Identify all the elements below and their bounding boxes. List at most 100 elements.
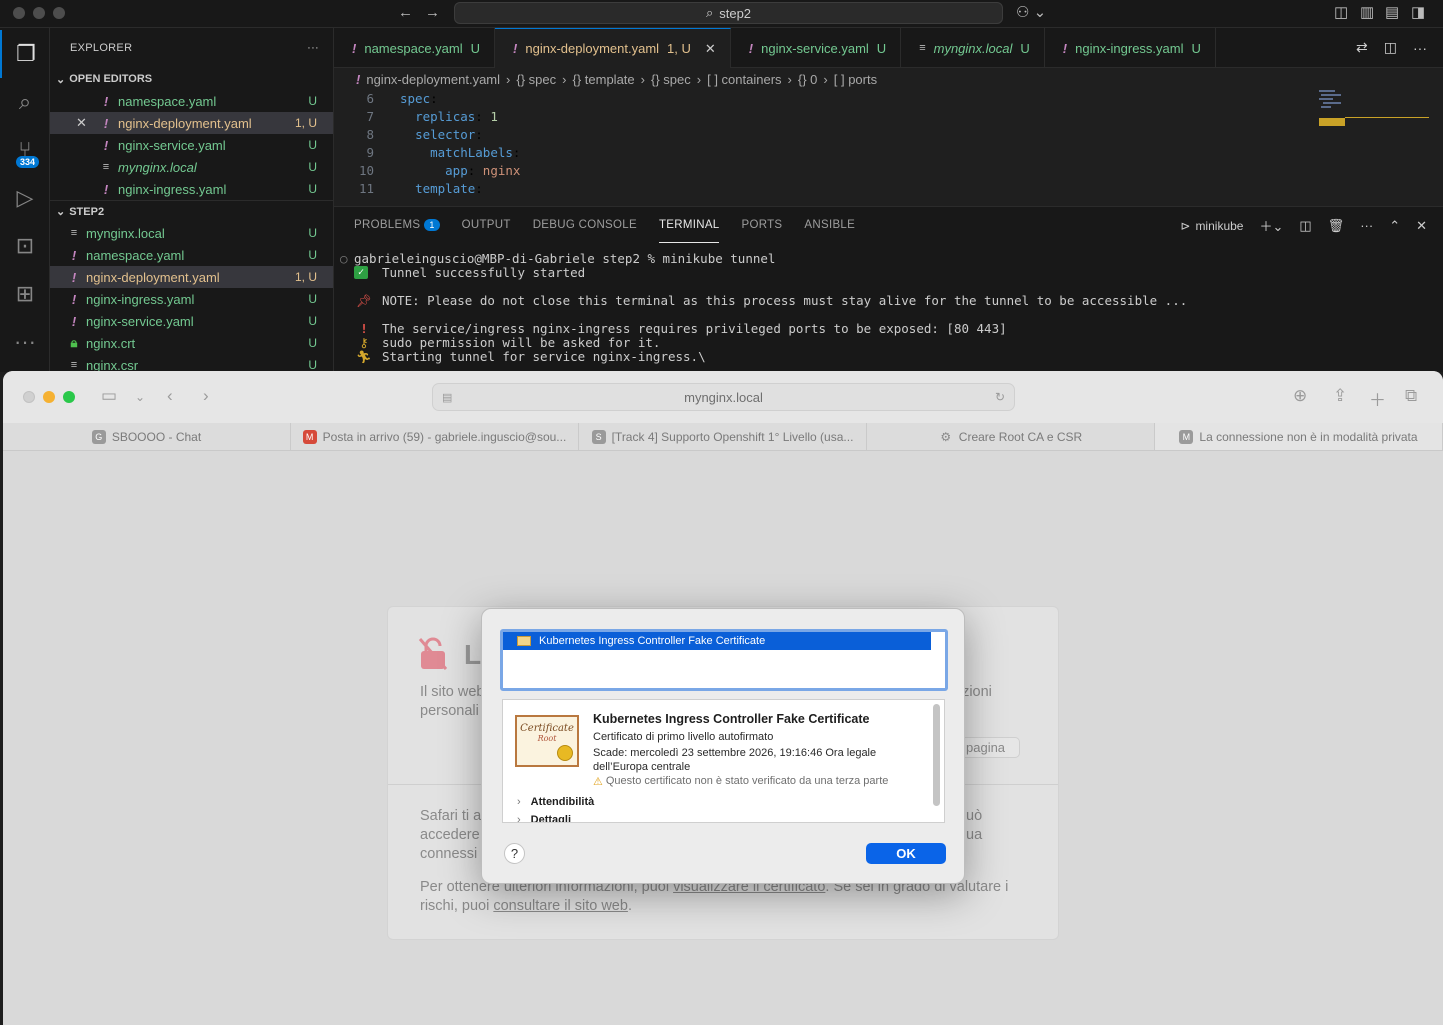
explorer-more-button[interactable]: ··· — [307, 42, 319, 54]
sidebar-icon[interactable]: ▭ — [101, 386, 117, 406]
tab-nginx-service[interactable]: ! nginx-service.yaml U — [731, 28, 902, 68]
reload-icon[interactable]: ↻ — [995, 390, 1005, 404]
visit-website-link[interactable]: consultare il sito web — [493, 898, 628, 914]
split-terminal-icon[interactable]: ◫ — [1299, 218, 1311, 234]
back-arrow-icon[interactable]: ← — [398, 5, 413, 21]
forward-arrow-icon[interactable]: › — [203, 386, 209, 406]
new-tab-icon[interactable]: ＋ — [1369, 386, 1386, 411]
trust-disclosure[interactable]: › Attendibilità — [517, 796, 594, 808]
git-status: U — [308, 314, 317, 328]
open-editor-item[interactable]: ! namespace.yaml U — [50, 90, 333, 112]
warning-text: Il sito web — [420, 684, 485, 700]
close-window-button[interactable] — [23, 391, 35, 403]
command-center[interactable]: ⌕ step2 — [454, 2, 1003, 24]
more-actions-icon[interactable]: ··· — [1360, 218, 1373, 233]
minimap[interactable] — [1317, 88, 1429, 206]
breadcrumb-item[interactable]: {} 0 — [798, 72, 818, 87]
close-panel-icon[interactable]: ✕ — [1416, 218, 1427, 234]
tab-namespace[interactable]: ! namespace.yaml U — [334, 28, 496, 68]
browser-tab[interactable]: ⚙ Creare Root CA e CSR — [867, 423, 1155, 450]
trash-icon[interactable]: 🗑︎ — [1328, 218, 1345, 234]
minimize-window-button[interactable] — [33, 7, 45, 19]
forward-arrow-icon[interactable]: → — [425, 5, 440, 21]
scrollbar[interactable] — [933, 704, 940, 806]
details-disclosure[interactable]: › Dettagli — [517, 814, 571, 822]
file-item[interactable]: 🔒︎ nginx.crt U — [50, 332, 333, 354]
close-window-button[interactable] — [13, 7, 25, 19]
tab-terminal[interactable]: TERMINAL — [658, 207, 720, 243]
yaml-key: app — [445, 163, 468, 178]
tab-ports[interactable]: PORTS — [741, 207, 782, 243]
terminal-selector[interactable]: ⊳ minikube — [1180, 219, 1243, 233]
close-icon[interactable]: ✕ — [705, 41, 716, 57]
maximize-panel-icon[interactable]: ⌃ — [1389, 218, 1400, 234]
certificate-chain-list[interactable]: Kubernetes Ingress Controller Fake Certi… — [500, 629, 948, 691]
download-icon[interactable]: ⊕ — [1293, 386, 1307, 406]
browser-tab[interactable]: M Posta in arrivo (59) - gabriele.ingusc… — [291, 423, 579, 450]
file-item[interactable]: ! namespace.yaml U — [50, 244, 333, 266]
open-editor-item[interactable]: ✕ ! nginx-deployment.yaml 1, U — [50, 112, 333, 134]
share-icon[interactable]: ⇪ — [1333, 386, 1347, 406]
address-bar[interactable]: ▤ mynginx.local ↻ — [432, 383, 1015, 411]
tab-nginx-ingress[interactable]: ! nginx-ingress.yaml U — [1045, 28, 1216, 68]
breadcrumb-item[interactable]: {} spec — [516, 72, 556, 87]
open-editors-section[interactable]: ⌄ OPEN EDITORS — [50, 68, 333, 90]
tab-label: PORTS — [741, 219, 783, 231]
more-icon[interactable]: ··· — [0, 318, 50, 366]
toggle-sidebar-icon[interactable]: ▥ — [1360, 5, 1374, 21]
ok-button[interactable]: OK — [866, 843, 946, 864]
explorer-icon[interactable]: ❐ — [0, 30, 50, 78]
folder-section[interactable]: ⌄ STEP2 — [50, 200, 333, 222]
back-arrow-icon[interactable]: ‹ — [167, 386, 173, 406]
file-item[interactable]: ! nginx-deployment.yaml 1, U — [50, 266, 333, 288]
remote-explorer-icon[interactable]: ⊡ — [0, 222, 50, 270]
file-item[interactable]: ! nginx-ingress.yaml U — [50, 288, 333, 310]
file-item[interactable]: ≡ nginx.csr U — [50, 354, 333, 373]
breadcrumb-item[interactable]: {} template — [572, 72, 634, 87]
more-info-text: rischi, puoi consultare il sito web. — [420, 898, 632, 914]
zoom-window-button[interactable] — [53, 7, 65, 19]
zoom-window-button[interactable] — [63, 391, 75, 403]
copilot-icon[interactable]: ⚇ ⌄ — [1016, 5, 1046, 21]
open-editor-item[interactable]: ! nginx-service.yaml U — [50, 134, 333, 156]
breadcrumb-item[interactable]: nginx-deployment.yaml — [366, 72, 500, 87]
close-icon[interactable]: ✕ — [76, 115, 98, 131]
help-button[interactable]: ? — [504, 843, 525, 864]
extensions-icon[interactable]: ⊞ — [0, 270, 50, 318]
browser-tab[interactable]: S [Track 4] Supporto Openshift 1° Livell… — [579, 423, 867, 450]
toggle-panel-icon[interactable]: ▤ — [1385, 5, 1399, 21]
source-control-icon[interactable]: ⑂ 334 — [0, 126, 50, 174]
browser-tab[interactable]: M La connessione non è in modalità priva… — [1155, 423, 1443, 450]
add-terminal-icon[interactable]: ＋⌄ — [1259, 216, 1283, 235]
file-item[interactable]: ! nginx-service.yaml U — [50, 310, 333, 332]
chevron-down-icon[interactable]: ⌄ — [135, 390, 145, 404]
open-editor-item[interactable]: ! nginx-ingress.yaml U — [50, 178, 333, 200]
toggle-secondary-sidebar-icon[interactable]: ◨ — [1411, 5, 1425, 21]
file-item[interactable]: ≡ mynginx.local U — [50, 222, 333, 244]
tab-ansible[interactable]: ANSIBLE — [804, 207, 855, 243]
vscode-window: ← → ⌕ step2 ⚇ ⌄ ◫ ▥ ▤ ◨ ❐ ⌕ ⑂ 334 ▷ ⊡ ⊞ … — [0, 0, 1443, 372]
tab-output[interactable]: OUTPUT — [462, 207, 511, 243]
tab-mynginx-local[interactable]: ≡ mynginx.local U — [901, 28, 1045, 68]
code-editor[interactable]: 6 spec: 7 replicas: 1 8 selector: 9 match… — [334, 90, 1443, 206]
tab-label: ANSIBLE — [804, 219, 856, 231]
search-icon[interactable]: ⌕ — [0, 78, 50, 126]
tab-debug-console[interactable]: DEBUG CONSOLE — [533, 207, 637, 243]
run-debug-icon[interactable]: ▷ — [0, 174, 50, 222]
browser-tab[interactable]: G SBOOOO - Chat — [3, 423, 291, 450]
tab-problems[interactable]: PROBLEMS 1 — [354, 207, 440, 243]
certificate-list-item[interactable]: Kubernetes Ingress Controller Fake Certi… — [503, 632, 931, 650]
open-editor-item[interactable]: ≡ mynginx.local U — [50, 156, 333, 178]
split-editor-icon[interactable]: ◫ — [1384, 39, 1397, 56]
explorer-sidebar: EXPLORER ··· ⌄ OPEN EDITORS ! namespace.… — [50, 28, 334, 372]
breadcrumb-item[interactable]: {} spec — [651, 72, 691, 87]
more-actions-icon[interactable]: ··· — [1413, 40, 1427, 56]
terminal-output[interactable]: ○ gabrieleinguscio@MBP-di-Gabriele step2 … — [334, 243, 1443, 364]
minimize-window-button[interactable] — [43, 391, 55, 403]
tab-overview-icon[interactable]: ⧉ — [1405, 386, 1417, 406]
breadcrumb-item[interactable]: [ ] ports — [834, 72, 877, 87]
open-changes-icon[interactable]: ⇄ — [1356, 39, 1368, 56]
breadcrumb-item[interactable]: [ ] containers — [707, 72, 781, 87]
customize-layout-icon[interactable]: ◫ — [1334, 5, 1348, 21]
tab-nginx-deployment[interactable]: ! nginx-deployment.yaml 1, U ✕ — [495, 28, 731, 68]
